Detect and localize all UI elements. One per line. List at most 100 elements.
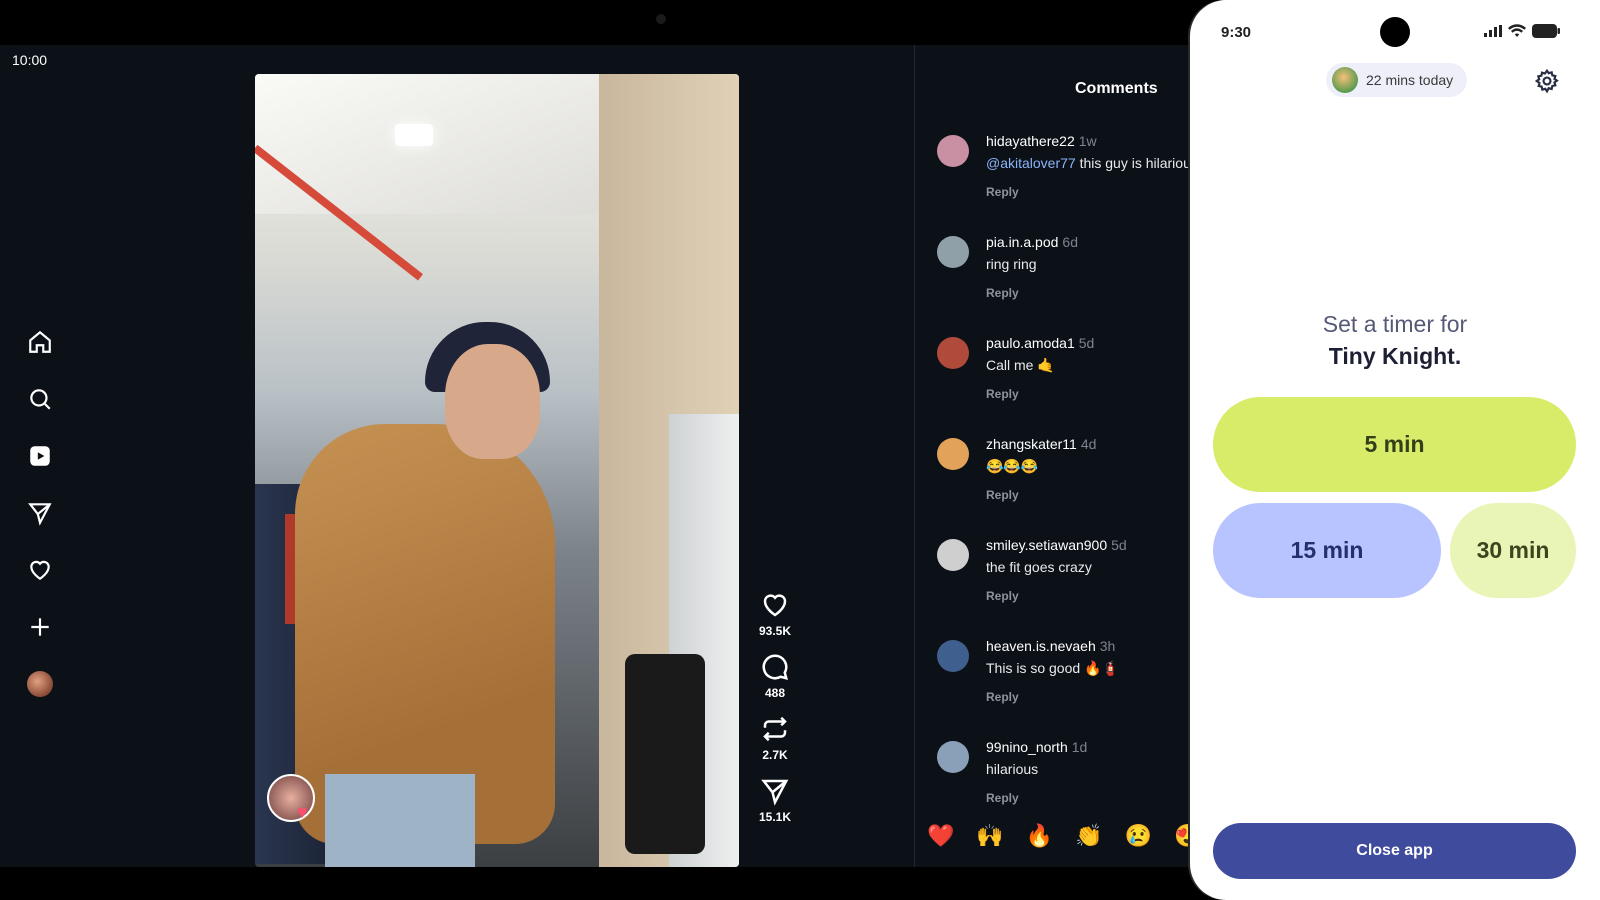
reels-icon[interactable]	[24, 440, 56, 472]
timer-5-min-button[interactable]: 5 min	[1213, 397, 1576, 492]
username-link[interactable]: paulo.amoda1	[986, 335, 1075, 351]
comment-age: 5d	[1111, 537, 1127, 553]
avatar[interactable]	[937, 438, 969, 470]
comment-username: heaven.is.nevaeh 3h	[986, 638, 1115, 654]
reply-button[interactable]: Reply	[986, 589, 1019, 603]
username-link[interactable]: hidayathere22	[986, 133, 1075, 149]
video-light	[395, 124, 433, 146]
reply-button[interactable]: Reply	[986, 286, 1019, 300]
comment-text: Call me 🤙	[986, 357, 1055, 373]
emoji-heart[interactable]: ❤️	[927, 823, 954, 848]
timer-30-min-button[interactable]: 30 min	[1450, 503, 1576, 598]
settings-gear-icon[interactable]	[1534, 68, 1560, 94]
heart-outline-icon	[763, 594, 787, 617]
tablet-screen: ♥ 93.5K 488 2.7K 15.1K Comments hidayath…	[0, 45, 1200, 867]
video-face	[445, 344, 540, 459]
avatar[interactable]	[937, 539, 969, 571]
comment-username: paulo.amoda1 5d	[986, 335, 1094, 351]
comment-text: hilarious	[986, 761, 1039, 777]
share-count: 15.1K	[758, 810, 792, 824]
username-link[interactable]: smiley.setiawan900	[986, 537, 1107, 553]
emoji-raised-hands[interactable]: 🙌	[976, 823, 1003, 848]
timer-app-name: Tiny Knight.	[1328, 343, 1462, 369]
repost-count: 2.7K	[762, 748, 788, 762]
send-icon[interactable]	[24, 497, 56, 529]
creator-avatar[interactable]	[267, 774, 315, 822]
comments-panel: Comments hidayathere22 1w @akitalover77 t…	[915, 45, 1200, 867]
avatar[interactable]	[937, 640, 969, 672]
comment-item: paulo.amoda1 5d Call me 🤙 Reply	[937, 335, 1200, 435]
comment-username: pia.in.a.pod 6d	[986, 234, 1078, 250]
profile-avatar[interactable]	[24, 668, 56, 700]
wifi-icon	[1508, 24, 1526, 37]
username-link[interactable]: heaven.is.nevaeh	[986, 638, 1096, 654]
comment-text: 😂😂😂	[986, 458, 1039, 474]
avatar[interactable]	[937, 741, 969, 773]
tablet-status-time: 10:00	[12, 52, 48, 68]
emoji-fire[interactable]: 🔥	[1026, 823, 1053, 848]
comment-text: the fit goes crazy	[986, 559, 1092, 575]
timer-15-min-button[interactable]: 15 min	[1213, 503, 1441, 598]
comment-item: heaven.is.nevaeh 3h This is so good 🔥🧯 Re…	[937, 638, 1200, 738]
avatar	[1332, 67, 1358, 93]
comment-body: this guy is hilarious	[1075, 155, 1198, 171]
close-app-button[interactable]: Close app	[1213, 823, 1576, 879]
avatar[interactable]	[937, 135, 969, 167]
username-link[interactable]: pia.in.a.pod	[986, 234, 1058, 250]
video-jeans	[325, 774, 475, 867]
comment-item: zhangskater11 4d 😂😂😂 Reply	[937, 436, 1200, 536]
comment-text: This is so good 🔥🧯	[986, 660, 1119, 676]
comment-item: hidayathere22 1w @akitalover77 this guy i…	[937, 133, 1200, 233]
video-player[interactable]: ♥	[255, 74, 739, 867]
reply-button[interactable]: Reply	[986, 488, 1019, 502]
comment-button[interactable]: 488	[753, 652, 797, 700]
usage-label: 22 mins today	[1366, 72, 1454, 88]
avatar[interactable]	[937, 236, 969, 268]
comment-username: hidayathere22 1w	[986, 133, 1097, 149]
repost-button[interactable]: 2.7K	[753, 714, 797, 762]
comment-age: 1d	[1071, 739, 1088, 755]
comments-title: Comments	[1075, 80, 1158, 97]
video-actions: 93.5K 488 2.7K 15.1K	[753, 590, 797, 838]
comment-text: ring ring	[986, 256, 1037, 272]
comment-age: 5d	[1078, 335, 1095, 351]
comment-age: 1w	[1078, 133, 1097, 149]
repost-icon	[763, 716, 787, 742]
mention-link[interactable]: @akitalover77	[986, 155, 1076, 171]
reply-button[interactable]: Reply	[986, 690, 1019, 704]
comment-icon	[762, 654, 789, 681]
phone-status-icons	[1484, 24, 1560, 38]
avatar	[27, 671, 53, 697]
home-icon[interactable]	[24, 326, 56, 358]
avatar[interactable]	[937, 337, 969, 369]
like-count: 93.5K	[758, 624, 792, 638]
emoji-cry[interactable]: 😢	[1125, 823, 1152, 848]
comment-age: 4d	[1080, 436, 1097, 452]
signal-icon	[1484, 25, 1502, 37]
front-camera	[656, 14, 666, 24]
heart-icon[interactable]	[24, 554, 56, 586]
comment-text: @akitalover77 this guy is hilarious	[986, 155, 1198, 171]
reply-button[interactable]: Reply	[986, 185, 1019, 199]
username-link[interactable]: zhangskater11	[986, 436, 1077, 452]
usage-chip[interactable]: 22 mins today	[1326, 63, 1468, 97]
comment-item: pia.in.a.pod 6d ring ring Reply	[937, 234, 1200, 334]
side-nav	[24, 326, 56, 725]
phone-camera	[1380, 17, 1410, 47]
timer-heading: Set a timer for	[1322, 311, 1468, 337]
like-button[interactable]: 93.5K	[753, 590, 797, 638]
video-nozzle	[625, 654, 705, 854]
reply-button[interactable]: Reply	[986, 791, 1019, 805]
search-icon[interactable]	[24, 383, 56, 415]
create-icon[interactable]	[24, 611, 56, 643]
reply-button[interactable]: Reply	[986, 387, 1019, 401]
share-button[interactable]: 15.1K	[753, 776, 797, 824]
send-icon	[761, 779, 789, 806]
creator-heart-icon: ♥	[297, 802, 308, 822]
comment-age: 3h	[1099, 638, 1116, 654]
emoji-clap[interactable]: 👏	[1075, 823, 1102, 848]
username-link[interactable]: 99nino_north	[986, 739, 1068, 755]
comment-username: zhangskater11 4d	[986, 436, 1096, 452]
comment-username: 99nino_north 1d	[986, 739, 1087, 755]
comment-count: 488	[764, 686, 786, 700]
